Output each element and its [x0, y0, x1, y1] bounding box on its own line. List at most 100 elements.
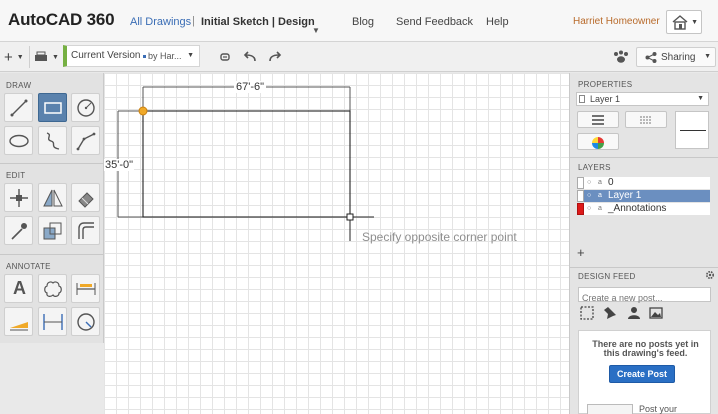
color-wheel-icon [592, 137, 604, 149]
chevron-down-icon[interactable]: ▼ [312, 26, 320, 35]
freehand-tool[interactable] [38, 126, 67, 155]
command-prompt-hint: Specify opposite corner point [362, 230, 517, 244]
vertical-dimension-tool[interactable] [38, 307, 67, 336]
layer-row-0[interactable]: ○ a 0 [577, 177, 710, 189]
polyline-tool[interactable] [71, 126, 100, 155]
chevron-down-icon: ▼ [16, 53, 24, 61]
dashed-linetype-button[interactable] [625, 111, 667, 128]
user-name[interactable]: Harriet Homeowner [573, 16, 660, 27]
dimension-width-label: 67'-6" [234, 81, 267, 93]
lineweight-preview[interactable] [675, 111, 709, 149]
right-panel: PROPERTIES Layer 1 ▼ LAYERS ○ a 0 ○ a La… [569, 73, 718, 414]
create-post-button[interactable]: Create Post [609, 365, 675, 383]
zoom-button[interactable] [219, 47, 231, 67]
tools-panel: DRAW EDIT ANNOTATE A [0, 73, 104, 343]
lock-icon[interactable]: a [598, 205, 602, 212]
layer-dropdown[interactable]: Layer 1 ▼ [576, 92, 709, 106]
line-tool[interactable] [4, 93, 33, 122]
aligned-dimension-tool[interactable] [4, 307, 33, 336]
drawing-canvas[interactable]: 67'-6" 35'-0" Specify opposite corner po… [104, 73, 569, 414]
new-post-input[interactable] [578, 287, 711, 305]
visibility-icon[interactable]: ○ [587, 192, 591, 199]
freehand-icon [46, 132, 60, 150]
text-icon: A [13, 278, 26, 298]
line-icon [10, 99, 28, 117]
fillet-tool[interactable] [71, 216, 100, 245]
image-icon[interactable] [649, 306, 663, 320]
visibility-icon[interactable]: ○ [587, 205, 591, 212]
properties-section-title: PROPERTIES [578, 80, 633, 89]
home-button[interactable]: ▼ [666, 10, 702, 34]
layer-color-swatch [577, 190, 584, 202]
plus-icon: + [4, 48, 13, 66]
add-button[interactable]: + ▼ [4, 47, 24, 67]
post-your-label: Post your [639, 404, 678, 414]
layer-row-layer-1[interactable]: ○ a Layer 1 [577, 190, 710, 202]
layers-section-title: LAYERS [578, 163, 611, 172]
send-feedback-link[interactable]: Send Feedback [396, 16, 473, 28]
circle-tool[interactable] [71, 93, 100, 122]
add-layer-button[interactable]: + [577, 245, 585, 260]
pushpin-icon[interactable] [603, 306, 617, 320]
all-drawings-link[interactable]: All Drawings [130, 16, 191, 28]
chevron-down-icon: ▼ [691, 19, 698, 26]
print-button[interactable]: ▼ [34, 47, 59, 67]
user-icon[interactable] [627, 306, 641, 320]
color-button[interactable] [577, 133, 619, 150]
lock-icon[interactable]: a [598, 192, 602, 199]
layer-color-swatch [577, 203, 584, 215]
drawing-title[interactable]: Initial Sketch | Design [201, 16, 315, 28]
move-tool[interactable] [4, 183, 33, 212]
dashed-line-icon [640, 116, 652, 124]
layer-name: 0 [608, 177, 614, 188]
paw-icon [614, 50, 628, 63]
section-divider [0, 163, 104, 164]
new-post-field[interactable] [579, 291, 710, 305]
chevron-down-icon: ▼ [52, 53, 59, 61]
copy-tool[interactable] [38, 216, 67, 245]
eyedropper-tool[interactable] [4, 216, 33, 245]
gear-icon[interactable] [705, 270, 715, 280]
linear-dimension-icon [76, 283, 96, 295]
text-tool[interactable]: A [4, 274, 33, 303]
layer-name: _Annotations [608, 203, 667, 214]
erase-tool[interactable] [71, 183, 100, 212]
mirror-tool[interactable] [38, 183, 67, 212]
help-link[interactable]: Help [486, 16, 509, 28]
sharing-button[interactable]: Sharing ▼ [636, 47, 716, 67]
draw-section-title: DRAW [6, 81, 32, 90]
cloud-tool[interactable] [38, 274, 67, 303]
chevron-down-icon: ▼ [704, 53, 711, 60]
mirror-icon [43, 189, 63, 207]
blog-link[interactable]: Blog [352, 16, 374, 28]
collaborators-button[interactable] [612, 47, 630, 67]
aligned-dimension-icon [10, 322, 28, 331]
breadcrumb-separator: | [192, 15, 195, 27]
edit-section-title: EDIT [6, 171, 26, 180]
undo-icon [243, 51, 256, 62]
home-icon [672, 15, 688, 30]
radius-dimension-tool[interactable] [71, 307, 100, 336]
share-icon [645, 52, 657, 63]
ellipse-icon [9, 134, 29, 148]
layer-row-annotations[interactable]: ○ a _Annotations [577, 203, 710, 215]
linetype-button[interactable] [577, 111, 619, 128]
visibility-icon[interactable]: ○ [587, 179, 591, 186]
lock-icon[interactable]: a [598, 179, 602, 186]
toolbar-divider [29, 46, 30, 68]
rectangle-tool[interactable] [38, 93, 67, 122]
region-select-icon[interactable] [580, 306, 594, 320]
eraser-icon [78, 192, 94, 208]
version-author: by Har... [148, 51, 182, 61]
rectangle-icon [44, 102, 62, 114]
author-dot [143, 55, 146, 58]
annotate-section-title: ANNOTATE [6, 262, 51, 271]
ellipse-tool[interactable] [4, 126, 33, 155]
linear-dimension-tool[interactable] [71, 274, 100, 303]
revision-cloud-icon [44, 281, 62, 297]
redo-button[interactable] [268, 47, 282, 67]
undo-button[interactable] [243, 47, 257, 67]
version-selector[interactable]: Current Version by Har... ▼ [63, 45, 200, 67]
top-bar: AutoCAD 360 All Drawings | Initial Sketc… [0, 0, 718, 42]
crosshair-pickbox [346, 213, 354, 221]
